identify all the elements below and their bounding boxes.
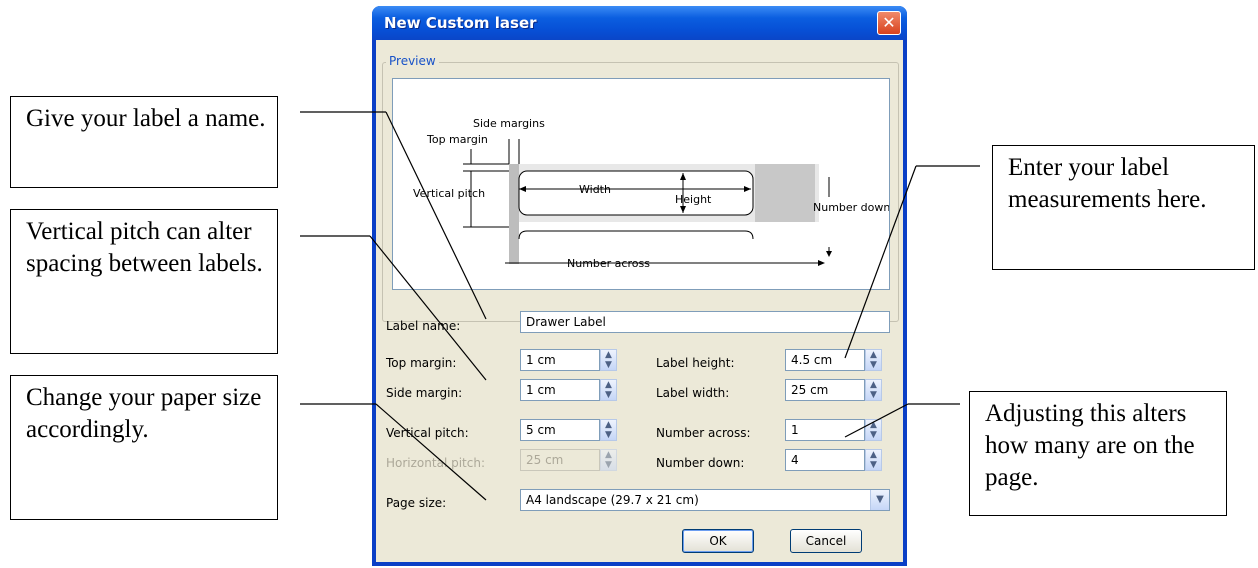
horizontal-pitch-label: Horizontal pitch: [386,456,485,470]
number-down-spinner[interactable]: ▲ ▼ [865,449,882,471]
top-margin-spinner[interactable]: ▲ ▼ [600,349,617,371]
callout-paper-size: Change your paper size accordingly. [10,375,278,520]
number-across-label: Number across: [656,426,751,440]
side-margins-text: Side margins [473,117,545,130]
close-icon: ✕ [882,13,896,32]
label-diagram: Side margins Top margin Vertical pitch W… [413,117,890,270]
top-margin-label: Top margin: [386,356,457,370]
cancel-button[interactable]: Cancel [790,529,862,553]
number-across-input[interactable]: 1 [785,419,865,441]
number-down-input[interactable]: 4 [785,449,865,471]
horizontal-pitch-spinner: ▲ ▼ [600,449,617,471]
new-custom-laser-dialog: New Custom laser ✕ Preview Side margins … [372,6,907,566]
label-width-label: Label width: [656,386,730,400]
preview-pane: Side margins Top margin Vertical pitch W… [392,78,890,290]
close-button[interactable]: ✕ [877,11,901,35]
label-height-label: Label height: [656,356,735,370]
width-text: Width [579,183,611,196]
top-margin-input[interactable]: 1 cm [520,349,600,371]
vertical-pitch-input[interactable]: 5 cm [520,419,600,441]
label-2 [518,230,754,240]
dialog-client-area: Preview Side margins Top margin Vertical… [376,40,903,562]
number-down-text: Number down [813,201,889,214]
page-size-value: A4 landscape (29.7 x 21 cm) [526,493,699,507]
dialog-title: New Custom laser [384,14,537,32]
side-margin-label: Side margin: [386,386,463,400]
vertical-pitch-text: Vertical pitch [413,187,485,200]
label-width-spinner[interactable]: ▲ ▼ [865,379,882,401]
ok-button[interactable]: OK [682,529,754,553]
callout-vertical-pitch: Vertical pitch can alter spacing between… [10,209,278,354]
page-right-shade [755,164,815,222]
top-margin-text: Top margin [426,133,488,146]
label-height-input[interactable]: 4.5 cm [785,349,865,371]
label-width-input[interactable]: 25 cm [785,379,865,401]
label-1 [518,170,754,216]
horizontal-pitch-input: 25 cm [520,449,600,471]
label-height-spinner[interactable]: ▲ ▼ [865,349,882,371]
number-across-text: Number across [567,257,650,270]
height-text: Height [675,193,712,206]
preview-group-label: Preview [386,54,439,68]
side-margin-strip [509,164,519,264]
label-name-label: Label name: [386,319,461,333]
callout-label-name: Give your label a name. [10,96,278,188]
page-size-label: Page size: [386,496,447,510]
side-margin-spinner[interactable]: ▲ ▼ [600,379,617,401]
side-margin-input[interactable]: 1 cm [520,379,600,401]
page-size-select[interactable]: A4 landscape (29.7 x 21 cm) ▼ [520,489,890,511]
vertical-pitch-spinner[interactable]: ▲ ▼ [600,419,617,441]
label-name-input[interactable]: Drawer Label [520,311,890,333]
vertical-pitch-label: Vertical pitch: [386,426,469,440]
callout-measurements: Enter your label measurements here. [992,145,1255,270]
number-down-label: Number down: [656,456,745,470]
chevron-down-icon[interactable]: ▼ [870,490,889,510]
title-bar[interactable]: New Custom laser ✕ [372,6,907,40]
number-across-spinner[interactable]: ▲ ▼ [865,419,882,441]
callout-number: Adjusting this alters how many are on th… [969,391,1227,516]
